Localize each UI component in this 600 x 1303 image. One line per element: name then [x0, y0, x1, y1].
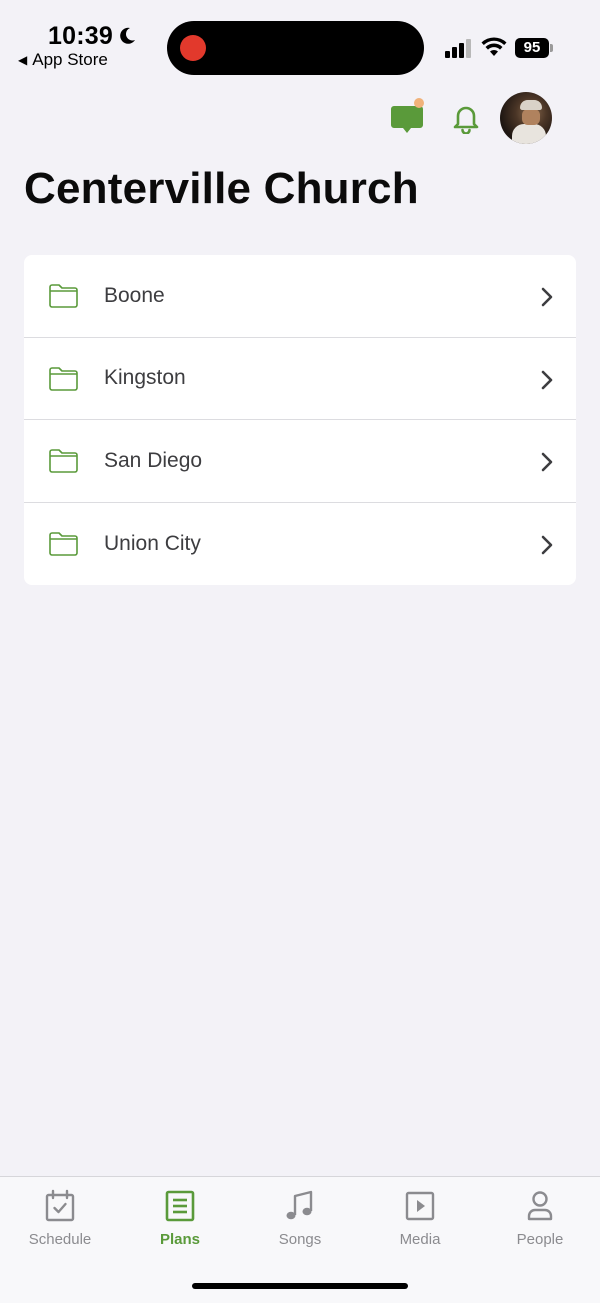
tab-label: Plans [159, 1231, 201, 1248]
folder-list: Boone Kingston San Diego Union City [24, 255, 576, 585]
calendar-check-icon [45, 1189, 75, 1222]
tab-label: Songs [278, 1231, 322, 1248]
header-actions [376, 92, 576, 144]
tab-label: Media [399, 1231, 441, 1248]
chevron-right-icon [541, 287, 553, 307]
moon-icon [120, 27, 135, 44]
back-link-label: App Store [32, 50, 108, 69]
page-title: Centerville Church [24, 164, 419, 213]
folder-label: Boone [104, 283, 165, 307]
tab-media[interactable]: Media [360, 1189, 480, 1259]
folder-icon [49, 366, 78, 391]
recording-indicator-icon [180, 35, 206, 61]
folder-label: Union City [104, 531, 201, 555]
folder-label: San Diego [104, 448, 203, 472]
unread-dot-icon [414, 98, 424, 108]
status-bar: 10:39 ◀ App Store 95 [0, 0, 600, 80]
folder-label: Kingston [104, 366, 186, 390]
folder-icon [49, 531, 78, 556]
back-caret-icon: ◀ [18, 53, 28, 67]
status-time: 10:39 [48, 22, 113, 50]
chevron-right-icon [541, 370, 553, 389]
tab-plans[interactable]: Plans [120, 1189, 240, 1259]
bell-icon [453, 106, 479, 135]
tab-label: Schedule [28, 1231, 92, 1248]
folder-row-union-city[interactable]: Union City [24, 503, 576, 586]
person-icon [527, 1191, 553, 1221]
cellular-signal-icon [445, 39, 471, 58]
tab-people[interactable]: People [480, 1189, 600, 1259]
chevron-right-icon [541, 535, 553, 554]
wifi-icon [481, 37, 507, 56]
battery-tip [550, 44, 553, 52]
tab-songs[interactable]: Songs [240, 1189, 360, 1259]
avatar-photo-hat [520, 100, 542, 110]
document-lines-icon [165, 1190, 195, 1222]
back-to-app-store-link[interactable]: ◀ App Store [18, 50, 108, 70]
folder-icon [49, 284, 78, 308]
dynamic-island [167, 21, 424, 75]
avatar-photo-face [522, 109, 540, 125]
avatar-photo [512, 124, 546, 144]
home-indicator [192, 1283, 408, 1289]
folder-row-san-diego[interactable]: San Diego [24, 420, 576, 503]
folder-row-boone[interactable]: Boone [24, 255, 576, 338]
profile-avatar[interactable] [500, 92, 552, 144]
folder-row-kingston[interactable]: Kingston [24, 338, 576, 420]
tab-label: People [516, 1231, 564, 1248]
chevron-right-icon [541, 452, 553, 472]
battery-indicator: 95 [515, 38, 549, 58]
folder-icon [49, 449, 78, 473]
play-square-icon [405, 1191, 435, 1221]
messages-button[interactable] [390, 98, 426, 136]
notifications-button[interactable] [450, 102, 482, 135]
music-note-icon [286, 1190, 313, 1220]
tab-schedule[interactable]: Schedule [0, 1189, 120, 1259]
